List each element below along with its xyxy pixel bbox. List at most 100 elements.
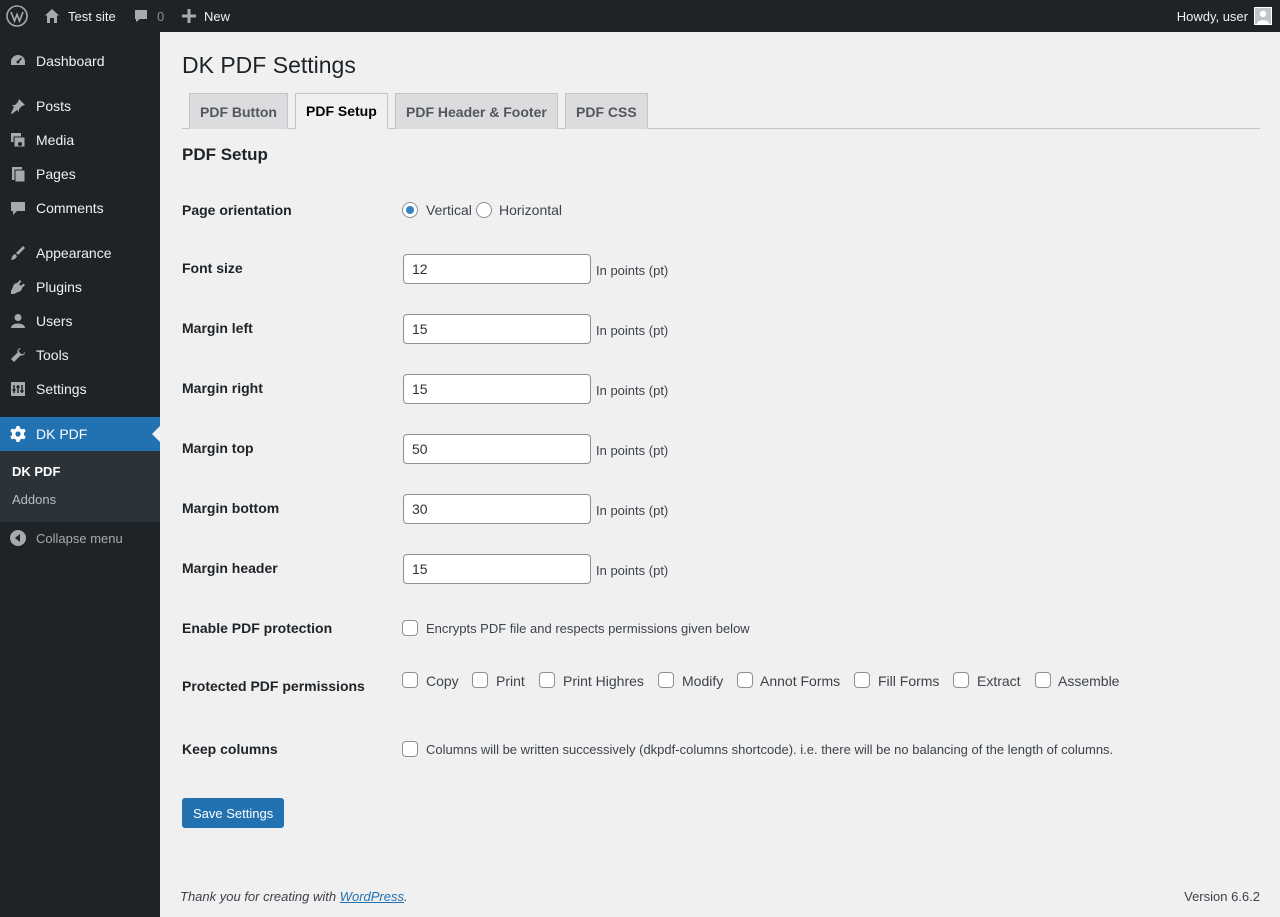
wrench-icon bbox=[0, 346, 36, 364]
sidebar-item-posts[interactable]: Posts bbox=[0, 89, 160, 123]
protection-checkbox[interactable] bbox=[402, 620, 418, 636]
sidebar-item-dashboard[interactable]: Dashboard bbox=[0, 44, 160, 78]
footer-thanks-suffix: . bbox=[404, 889, 408, 904]
user-icon bbox=[0, 312, 36, 330]
sidebar-item-comments[interactable]: Comments bbox=[0, 191, 160, 225]
margin-right-input[interactable] bbox=[403, 374, 591, 404]
margin-header-label: Margin header bbox=[182, 560, 278, 576]
margin-right-hint: In points (pt) bbox=[596, 383, 669, 398]
tab-pdf-header-footer[interactable]: PDF Header & Footer bbox=[395, 93, 558, 129]
avatar bbox=[1254, 7, 1272, 25]
keep-columns-checkbox[interactable] bbox=[402, 741, 418, 757]
sidebar-item-label: DK PDF bbox=[36, 426, 88, 442]
plus-icon bbox=[182, 9, 196, 23]
keep-columns-description: Columns will be written successively (dk… bbox=[426, 742, 1114, 757]
permission-extract-checkbox[interactable] bbox=[953, 672, 969, 688]
sidebar-item-dk-pdf[interactable]: DK PDF bbox=[0, 417, 160, 451]
page-title: DK PDF Settings bbox=[182, 52, 356, 78]
margin-top-label: Margin top bbox=[182, 440, 254, 456]
sidebar-item-label: Dashboard bbox=[36, 53, 105, 69]
permission-assemble-label: Assemble bbox=[1058, 673, 1120, 689]
tab-pdf-button[interactable]: PDF Button bbox=[189, 93, 288, 129]
paintbrush-icon bbox=[0, 244, 36, 262]
margin-top-hint: In points (pt) bbox=[596, 443, 669, 458]
sidebar-item-label: Tools bbox=[36, 347, 69, 363]
pages-icon bbox=[0, 165, 36, 183]
permission-assemble-checkbox[interactable] bbox=[1035, 672, 1051, 688]
tab-pdf-setup[interactable]: PDF Setup bbox=[295, 93, 388, 129]
margin-header-hint: In points (pt) bbox=[596, 563, 669, 578]
permission-annot-forms-checkbox[interactable] bbox=[737, 672, 753, 688]
permission-extract-label: Extract bbox=[977, 673, 1021, 689]
permission-fill-forms-checkbox[interactable] bbox=[854, 672, 870, 688]
permission-modify-label: Modify bbox=[682, 673, 724, 689]
wordpress-link[interactable]: WordPress bbox=[340, 889, 404, 904]
settings-tabs: PDF Button PDF Setup PDF Header & Footer… bbox=[182, 93, 1260, 129]
margin-bottom-label: Margin bottom bbox=[182, 500, 280, 516]
permission-copy-checkbox[interactable] bbox=[402, 672, 418, 688]
sidebar-item-tools[interactable]: Tools bbox=[0, 338, 160, 372]
font-size-hint: In points (pt) bbox=[596, 263, 669, 278]
footer-thanks: Thank you for creating with WordPress. bbox=[180, 889, 408, 904]
sidebar-item-plugins[interactable]: Plugins bbox=[0, 270, 160, 304]
collapse-menu-label: Collapse menu bbox=[36, 530, 123, 546]
site-name-link[interactable]: Test site bbox=[43, 0, 116, 32]
margin-bottom-input[interactable] bbox=[403, 494, 591, 524]
settings-icon bbox=[0, 380, 36, 398]
save-settings-button[interactable]: Save Settings bbox=[182, 798, 285, 828]
margin-header-input[interactable] bbox=[403, 554, 591, 584]
submenu-item-addons[interactable]: Addons bbox=[12, 492, 56, 507]
footer-version: Version 6.6.2 bbox=[1184, 889, 1260, 904]
sidebar-item-label: Plugins bbox=[36, 279, 82, 295]
sidebar-item-media[interactable]: Media bbox=[0, 123, 160, 157]
collapse-arrow-icon bbox=[0, 529, 36, 547]
font-size-label: Font size bbox=[182, 260, 243, 276]
permission-print-highres-label: Print Highres bbox=[563, 673, 644, 689]
comments-link[interactable]: 0 bbox=[133, 0, 164, 32]
margin-left-input[interactable] bbox=[403, 314, 591, 344]
main-content: DK PDF Settings PDF Button PDF Setup PDF… bbox=[160, 32, 1280, 917]
howdy-text: Howdy, user bbox=[1176, 8, 1248, 24]
sidebar-submenu: DK PDF Addons bbox=[0, 451, 160, 522]
permission-modify-checkbox[interactable] bbox=[658, 672, 674, 688]
orientation-vertical-label: Vertical bbox=[426, 202, 472, 218]
permission-print-highres-checkbox[interactable] bbox=[539, 672, 555, 688]
sidebar-item-label: Users bbox=[36, 313, 73, 329]
permission-print-checkbox[interactable] bbox=[472, 672, 488, 688]
tab-pdf-css[interactable]: PDF CSS bbox=[565, 93, 648, 129]
pushpin-icon bbox=[0, 97, 36, 115]
wordpress-logo-icon[interactable] bbox=[6, 0, 28, 32]
sidebar-item-settings[interactable]: Settings bbox=[0, 372, 160, 406]
admin-bar: Test site 0 New Howdy, user bbox=[0, 0, 1280, 32]
account-menu[interactable]: Howdy, user bbox=[1177, 0, 1272, 32]
orientation-vertical-radio[interactable] bbox=[402, 202, 418, 218]
sidebar-item-appearance[interactable]: Appearance bbox=[0, 236, 160, 270]
sidebar-item-pages[interactable]: Pages bbox=[0, 157, 160, 191]
margin-right-label: Margin right bbox=[182, 380, 263, 396]
new-content-button[interactable]: New bbox=[182, 0, 230, 32]
sidebar-item-label: Appearance bbox=[36, 245, 112, 261]
dashboard-icon bbox=[0, 52, 36, 70]
font-size-input[interactable] bbox=[403, 254, 591, 284]
sidebar-item-users[interactable]: Users bbox=[0, 304, 160, 338]
collapse-menu-button[interactable]: Collapse menu bbox=[0, 526, 160, 550]
permission-copy-label: Copy bbox=[426, 673, 459, 689]
new-label: New bbox=[204, 8, 231, 24]
permissions-label: Protected PDF permissions bbox=[182, 678, 365, 694]
protection-label: Enable PDF protection bbox=[182, 620, 333, 636]
submenu-item-dk-pdf[interactable]: DK PDF bbox=[12, 464, 60, 479]
margin-left-hint: In points (pt) bbox=[596, 323, 669, 338]
section-title: PDF Setup bbox=[182, 145, 268, 164]
site-name: Test site bbox=[68, 8, 116, 24]
sidebar-item-label: Media bbox=[36, 132, 75, 148]
sidebar-item-label: Settings bbox=[36, 381, 87, 397]
margin-bottom-hint: In points (pt) bbox=[596, 503, 669, 518]
comments-count: 0 bbox=[157, 8, 165, 24]
orientation-horizontal-label: Horizontal bbox=[499, 202, 563, 218]
orientation-horizontal-radio[interactable] bbox=[476, 202, 492, 218]
margin-top-input[interactable] bbox=[403, 434, 591, 464]
gear-icon bbox=[0, 425, 36, 443]
sidebar-item-label: Comments bbox=[36, 200, 104, 216]
comment-icon bbox=[0, 199, 36, 217]
margin-left-label: Margin left bbox=[182, 320, 253, 336]
